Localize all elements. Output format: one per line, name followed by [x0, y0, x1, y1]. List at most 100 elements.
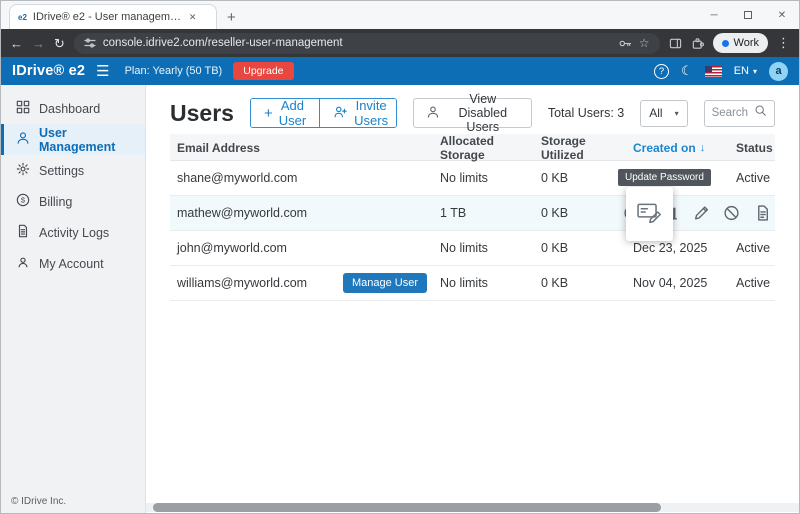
user-filter-select[interactable]: All ▾	[640, 100, 687, 127]
refresh-icon[interactable]: ↻	[54, 37, 65, 50]
browser-menu-icon[interactable]: ⋮	[777, 35, 790, 51]
sidebar-item-label: Dashboard	[39, 102, 100, 116]
column-header-allocated: Allocated Storage	[433, 134, 534, 162]
bookmark-star-icon[interactable]: ☆	[639, 36, 650, 50]
tab-strip: e2 IDrive® e2 - User management ✕ + ─ ✕	[1, 1, 799, 29]
disabled-user-icon	[426, 105, 440, 122]
column-header-utilized: Storage Utilized	[534, 134, 626, 162]
disable-user-icon[interactable]	[723, 205, 740, 222]
tab-title: IDrive® e2 - User management	[33, 11, 183, 23]
view-disabled-users-button[interactable]: View Disabled Users	[413, 98, 532, 128]
sidebar-item-label: Billing	[39, 195, 72, 209]
dark-mode-moon-icon[interactable]: ☾	[681, 63, 693, 79]
allocated-storage: No limits	[433, 276, 534, 290]
maximize-icon	[744, 11, 752, 19]
allocated-storage: No limits	[433, 241, 534, 255]
address-bar[interactable]: console.idrive2.com/reseller-user-manage…	[74, 33, 660, 54]
password-key-icon[interactable]	[619, 38, 632, 49]
sidebar-item-billing[interactable]: $ Billing	[1, 186, 145, 217]
browser-tab[interactable]: e2 IDrive® e2 - User management ✕	[9, 4, 217, 29]
browser-window: e2 IDrive® e2 - User management ✕ + ─ ✕ …	[0, 0, 800, 514]
page-controls: Users + Add User Invite Users View Disab…	[170, 96, 775, 130]
window-minimize-button[interactable]: ─	[697, 1, 731, 29]
extensions-icon[interactable]	[691, 37, 704, 50]
add-user-label: Add User	[279, 98, 306, 128]
document-icon	[16, 224, 30, 241]
table-row[interactable]: john@myworld.com No limits 0 KB Dec 23, …	[170, 231, 775, 266]
user-icon	[16, 131, 30, 148]
side-panel-icon[interactable]	[669, 37, 682, 50]
search-input[interactable]	[712, 107, 750, 119]
sidebar-item-dashboard[interactable]: Dashboard	[1, 93, 145, 124]
add-user-button[interactable]: + Add User	[251, 99, 319, 127]
language-label: EN	[734, 65, 749, 77]
created-on-label: Created on	[633, 141, 696, 155]
user-email: shane@myworld.com	[170, 171, 433, 185]
sidebar-item-label: User Management	[39, 126, 145, 154]
sidebar-item-my-account[interactable]: My Account	[1, 248, 145, 279]
edit-pencil-icon[interactable]	[693, 205, 710, 222]
user-avatar[interactable]: a	[769, 62, 788, 81]
browser-profile-chip[interactable]: Work	[713, 33, 768, 53]
sort-desc-icon: ↓	[700, 142, 706, 154]
chevron-down-icon: ▾	[753, 67, 757, 76]
search-box	[704, 100, 775, 127]
sidebar-item-label: My Account	[39, 257, 104, 271]
forward-icon[interactable]: →	[32, 37, 45, 50]
view-disabled-label: View Disabled Users	[447, 92, 519, 134]
invite-users-button[interactable]: Invite Users	[319, 99, 397, 127]
horizontal-scrollbar-track[interactable]	[146, 503, 799, 512]
app-body: Dashboard User Management Settings $ Bil…	[1, 85, 799, 514]
allocated-storage: No limits	[433, 171, 534, 185]
horizontal-scrollbar-thumb[interactable]	[153, 503, 661, 512]
url-text[interactable]: console.idrive2.com/reseller-user-manage…	[103, 37, 612, 49]
update-password-icon[interactable]	[636, 200, 663, 229]
update-password-popup[interactable]	[626, 187, 673, 241]
window-controls: ─ ✕	[697, 1, 799, 29]
status-label: Active	[729, 276, 777, 290]
user-email: williams@myworld.com	[177, 276, 307, 290]
storage-utilized: 0 KB	[534, 206, 626, 220]
allocated-storage: 1 TB	[433, 206, 534, 220]
app-header: IDrive® e2 ☰ Plan: Yearly (50 TB) Upgrad…	[1, 57, 799, 85]
table-header-row: Email Address Allocated Storage Storage …	[170, 134, 775, 161]
sidebar-item-user-management[interactable]: User Management	[1, 124, 145, 155]
copyright-label: © IDrive Inc.	[11, 496, 66, 507]
window-close-button[interactable]: ✕	[765, 1, 799, 29]
sidebar-item-label: Settings	[39, 164, 84, 178]
manage-user-button[interactable]: Manage User	[343, 273, 427, 293]
tab-close-icon[interactable]: ✕	[189, 12, 197, 23]
browser-toolbar: ← → ↻ console.idrive2.com/reseller-user-…	[1, 29, 799, 57]
site-favicon: e2	[18, 13, 27, 22]
column-header-status: Status	[729, 141, 777, 155]
email-cell: williams@myworld.com Manage User	[170, 273, 433, 293]
hamburger-menu-icon[interactable]: ☰	[96, 62, 109, 80]
back-icon[interactable]: ←	[10, 37, 23, 50]
status-label: Active	[729, 171, 777, 185]
user-email: mathew@myworld.com	[170, 206, 433, 220]
table-row[interactable]: mathew@myworld.com 1 TB 0 KB	[170, 196, 775, 231]
users-page: Users + Add User Invite Users View Disab…	[146, 85, 799, 514]
billing-icon: $	[16, 193, 30, 210]
dashboard-icon	[16, 100, 30, 117]
header-right-group: ? ☾ EN ▾ a	[654, 62, 788, 81]
sidebar-item-settings[interactable]: Settings	[1, 155, 145, 186]
upgrade-button[interactable]: Upgrade	[233, 62, 293, 80]
site-info-icon[interactable]	[84, 37, 96, 49]
plan-label: Plan: Yearly (50 TB)	[125, 65, 223, 77]
help-icon[interactable]: ?	[654, 64, 669, 79]
window-maximize-button[interactable]	[731, 1, 765, 29]
table-row[interactable]: williams@myworld.com Manage User No limi…	[170, 266, 775, 301]
storage-utilized: 0 KB	[534, 241, 626, 255]
search-icon[interactable]	[754, 104, 767, 122]
user-logs-icon[interactable]	[754, 205, 771, 222]
user-email: john@myworld.com	[170, 241, 433, 255]
sidebar: Dashboard User Management Settings $ Bil…	[1, 85, 146, 514]
account-icon	[16, 255, 30, 272]
language-selector[interactable]: EN ▾	[734, 65, 757, 77]
user-actions-group: + Add User Invite Users	[250, 98, 397, 128]
sidebar-item-activity-logs[interactable]: Activity Logs	[1, 217, 145, 248]
column-header-created-on[interactable]: Created on ↓	[626, 141, 729, 155]
profile-dot-icon	[722, 40, 729, 47]
new-tab-button[interactable]: +	[227, 9, 236, 26]
